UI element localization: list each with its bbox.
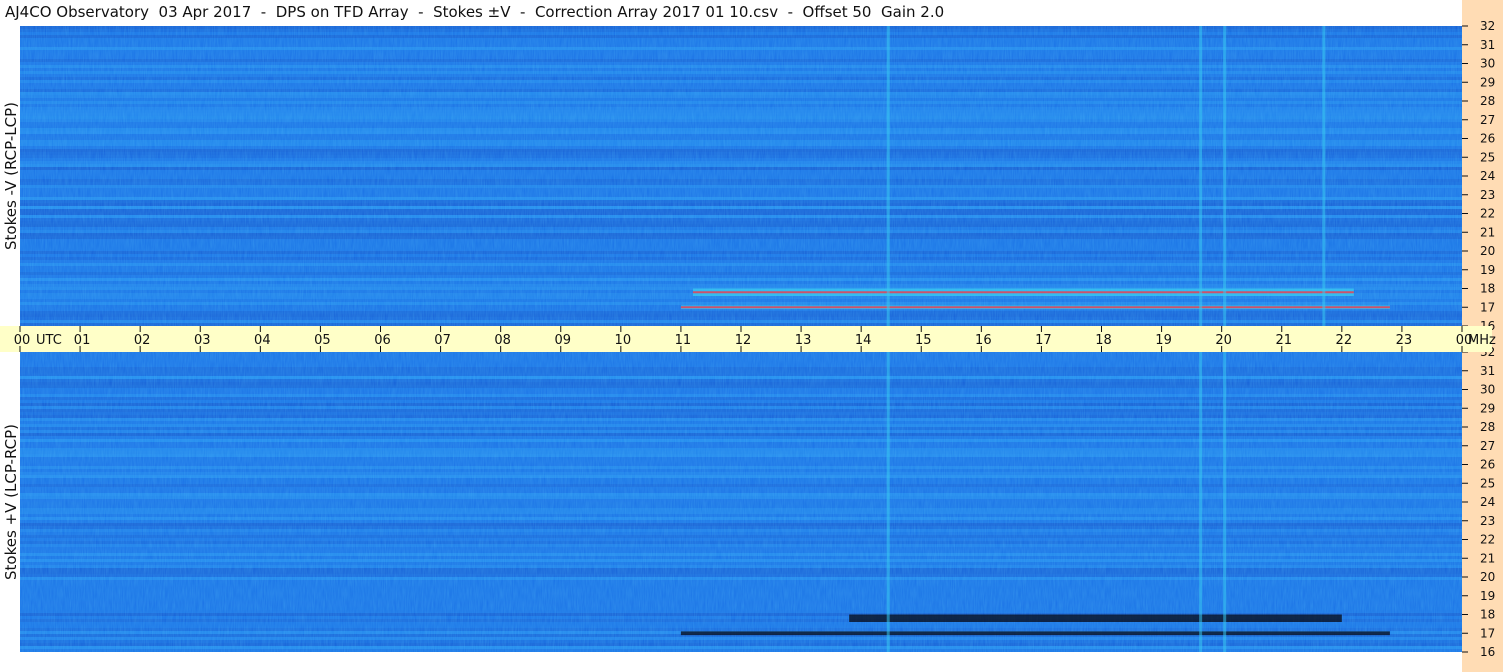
y-axis-label: Stokes -V (RCP-LCP) [2, 102, 20, 250]
freq-tick-label: 25 [1480, 150, 1495, 164]
time-tick-label: 07 [434, 333, 451, 348]
freq-tick-label: 28 [1480, 420, 1495, 434]
freq-tick-label: 29 [1480, 75, 1495, 89]
freq-tick-label: 28 [1480, 94, 1495, 108]
time-tick-label: 06 [374, 333, 391, 348]
emission-band-core [680, 306, 1390, 309]
freq-tick-label: 16 [1480, 645, 1495, 659]
freq-tick-label: 19 [1480, 263, 1495, 277]
utc-label: UTC [36, 333, 62, 348]
freq-tick-label: 31 [1480, 364, 1495, 378]
freq-tick-label: 27 [1480, 113, 1495, 127]
time-tick-label: 11 [675, 333, 692, 348]
time-tick-label: 03 [194, 333, 211, 348]
time-tick-label: 10 [615, 333, 632, 348]
freq-tick-label: 18 [1480, 608, 1495, 622]
freq-tick-label: 24 [1480, 495, 1495, 509]
time-tick-label: 09 [554, 333, 571, 348]
freq-tick-label: 30 [1480, 383, 1495, 397]
freq-tick-label: 30 [1480, 57, 1495, 71]
time-tick-label: 13 [795, 333, 812, 348]
spectrogram-figure: 16 17 18 19 20 21 22 23 24 25 26 27 28 29 30 31 32 Stokes… [0, 0, 1503, 672]
freq-tick-label: 20 [1480, 244, 1495, 258]
freq-tick-label: 26 [1480, 458, 1495, 472]
freq-tick-label: 19 [1480, 589, 1495, 603]
time-tick-label: 18 [1095, 333, 1112, 348]
interference-line [886, 26, 890, 326]
interference-line [1223, 352, 1227, 652]
time-tick-label: 12 [735, 333, 752, 348]
interference-line [1322, 26, 1326, 326]
freq-tick-label: 27 [1480, 439, 1495, 453]
time-tick-label: 00 [14, 333, 31, 348]
interference-line [886, 352, 890, 652]
freq-tick-label: 26 [1480, 132, 1495, 146]
time-tick-label: 16 [975, 333, 992, 348]
freq-tick-label: 23 [1480, 188, 1495, 202]
time-tick-label: 22 [1336, 333, 1353, 348]
freq-tick-label: 22 [1480, 533, 1495, 547]
freq-tick-label: 22 [1480, 207, 1495, 221]
freq-tick-label: 21 [1480, 225, 1495, 239]
emission-band [680, 631, 1390, 636]
time-tick-label: 05 [314, 333, 331, 348]
time-tick-label: 04 [254, 333, 271, 348]
freq-tick-label: 23 [1480, 514, 1495, 528]
freq-tick-label: 18 [1480, 282, 1495, 296]
time-tick-label: 17 [1035, 333, 1052, 348]
time-tick-label: 02 [134, 333, 151, 348]
mhz-label: MHz [1468, 333, 1496, 348]
y-axis-label: Stokes +V (LCP-RCP) [2, 424, 20, 580]
interference-line [1199, 26, 1203, 326]
freq-tick-label: 17 [1480, 300, 1495, 314]
time-tick-label: 23 [1396, 333, 1413, 348]
interference-line [1199, 352, 1203, 652]
freq-tick-label: 29 [1480, 401, 1495, 415]
time-tick-label: 08 [494, 333, 511, 348]
time-tick-label: 15 [915, 333, 932, 348]
time-tick-label: 01 [74, 333, 91, 348]
freq-tick-label: 32 [1480, 19, 1495, 33]
spectrogram-panel-top: 1617181920212223242526272829303132Stokes… [2, 19, 1495, 333]
emission-band-core [692, 291, 1354, 294]
freq-tick-label: 20 [1480, 570, 1495, 584]
time-tick-label: 20 [1215, 333, 1232, 348]
freq-tick-label: 25 [1480, 476, 1495, 490]
time-tick-label: 14 [855, 333, 872, 348]
freq-tick-label: 31 [1480, 38, 1495, 52]
noise-texture [20, 26, 1462, 326]
freq-tick-label: 24 [1480, 169, 1495, 183]
freq-tick-label: 21 [1480, 551, 1495, 565]
interference-line [1223, 26, 1227, 326]
time-tick-label: 19 [1155, 333, 1172, 348]
time-tick-label: 21 [1275, 333, 1292, 348]
spectrogram-panel-bottom: 1617181920212223242526272829303132Stokes… [2, 345, 1495, 659]
noise-texture [20, 352, 1462, 652]
emission-band [849, 614, 1342, 622]
freq-tick-label: 17 [1480, 626, 1495, 640]
